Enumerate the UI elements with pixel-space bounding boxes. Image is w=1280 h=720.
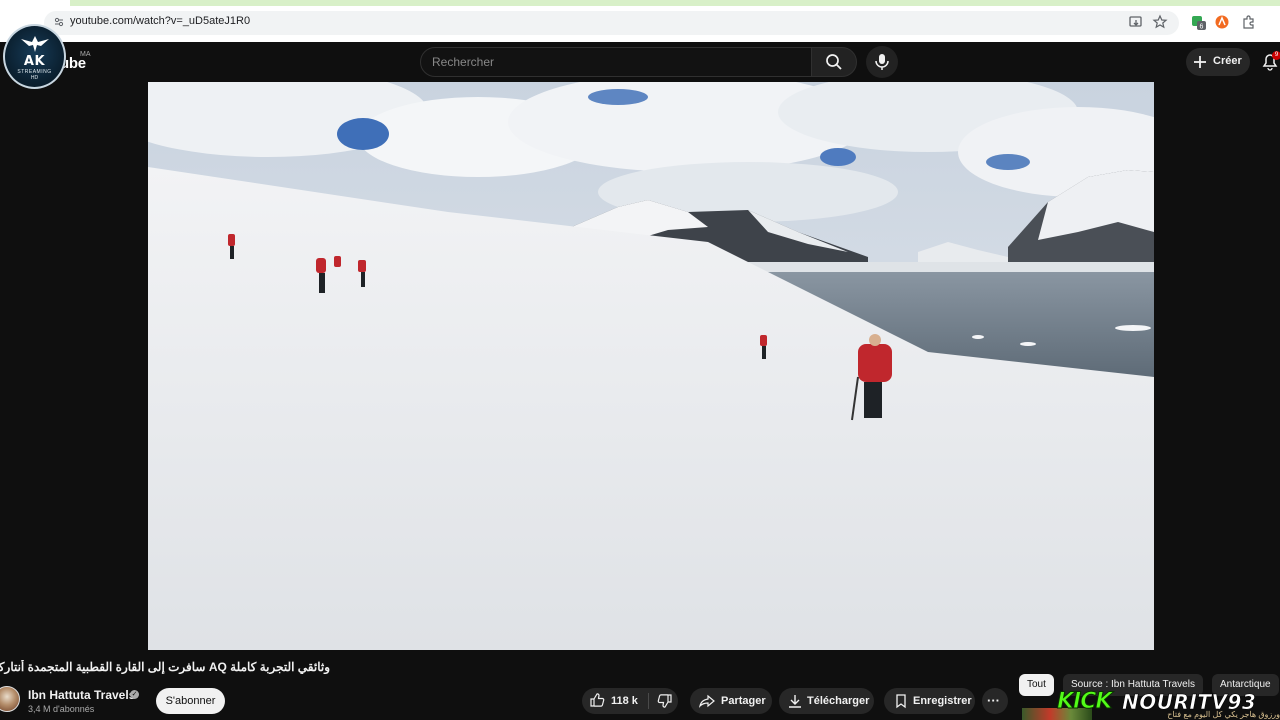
download-icon xyxy=(789,695,801,708)
news-ticker: ورزوق هاجر يكي كل اليوم مع فتاح xyxy=(1167,710,1280,719)
video-frame xyxy=(148,82,1154,650)
like-count[interactable]: 118 k xyxy=(611,695,638,707)
save-label[interactable]: Enregistrer xyxy=(913,695,972,707)
search-icon xyxy=(826,54,842,70)
logo-subtitle-2: HD xyxy=(30,75,39,81)
like-divider xyxy=(648,693,649,709)
browser-toolbar: youtube.com/watch?v=_uD5ateJ1R0 6 xyxy=(0,0,1280,42)
bookmark-star-icon[interactable] xyxy=(1152,14,1168,30)
url-text[interactable]: youtube.com/watch?v=_uD5ateJ1R0 xyxy=(70,15,250,27)
bookmark-save-icon xyxy=(896,694,906,709)
subscriber-count: 3,4 M d'abonnés xyxy=(28,704,95,714)
like-thumbs-up-icon[interactable] xyxy=(589,692,605,708)
share-label[interactable]: Partager xyxy=(721,695,766,707)
install-app-icon[interactable] xyxy=(1128,14,1144,30)
eagle-icon xyxy=(21,36,49,52)
voice-search-button[interactable] xyxy=(866,46,898,78)
microphone-icon xyxy=(875,54,889,70)
search-placeholder[interactable]: Rechercher xyxy=(432,55,494,69)
notification-count-badge: 9 xyxy=(1272,51,1280,60)
logo-text: AK xyxy=(23,54,46,69)
extension-orange-icon[interactable] xyxy=(1214,14,1230,30)
dislike-thumbs-down-icon[interactable] xyxy=(657,693,673,709)
chip-all[interactable]: Tout xyxy=(1019,674,1054,696)
channel-name[interactable]: Ibn Hattuta Travels xyxy=(28,688,135,702)
stream-logo: AK STREAMING HD xyxy=(3,24,66,89)
page: youtube.com/watch?v=_uD5ateJ1R0 6 AK STR… xyxy=(0,0,1280,720)
more-dots-icon[interactable]: ··· xyxy=(987,693,1000,708)
channel-avatar[interactable] xyxy=(0,686,20,712)
country-code: MA xyxy=(80,51,91,58)
extension-badge-icon[interactable]: 6 xyxy=(1190,14,1206,30)
download-label[interactable]: Télécharger xyxy=(807,695,869,707)
subscribe-button[interactable]: S'abonner xyxy=(156,688,225,714)
share-arrow-icon xyxy=(699,694,715,708)
plus-icon xyxy=(1194,56,1206,68)
verified-check-icon: ✓ xyxy=(130,690,139,699)
extensions-puzzle-icon[interactable] xyxy=(1241,14,1257,30)
svg-text:6: 6 xyxy=(1200,24,1204,31)
search-button[interactable] xyxy=(811,47,857,77)
video-title: وثائقي التجربة كاملة AQ سافرت إلى القارة… xyxy=(0,660,330,674)
loading-strip xyxy=(70,0,1280,6)
video-player[interactable] xyxy=(148,82,1154,650)
create-label[interactable]: Créer xyxy=(1213,55,1242,67)
site-info-icon[interactable] xyxy=(54,17,64,27)
